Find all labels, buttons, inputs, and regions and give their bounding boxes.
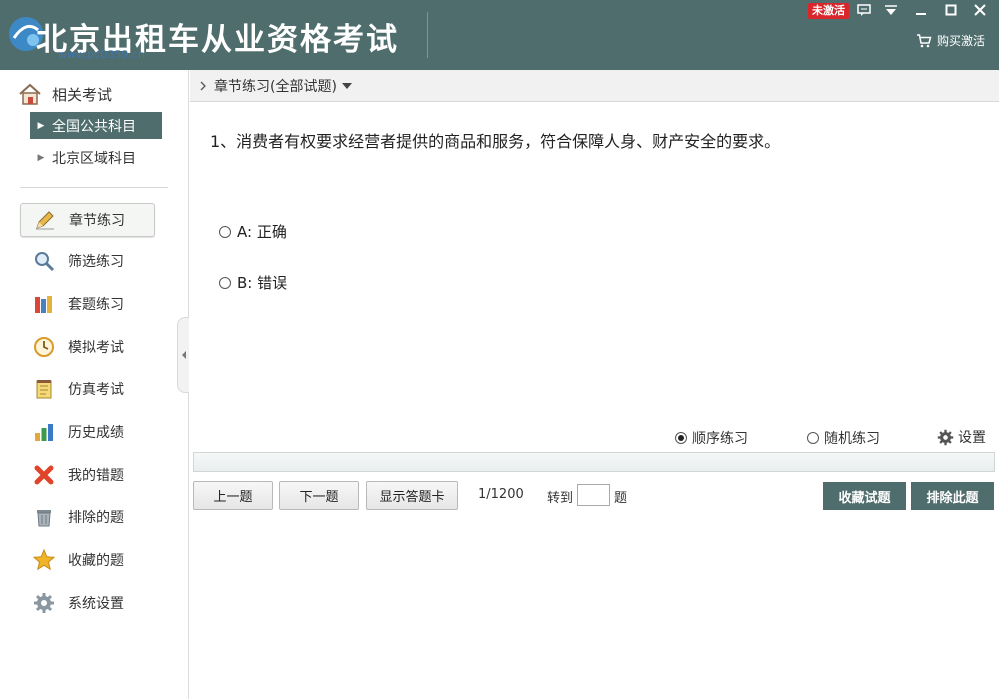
nav-history-scores[interactable]: 历史成绩 [20, 415, 155, 449]
subject-label: 全国公共科目 [52, 118, 136, 135]
category-header: 相关考试 [18, 82, 112, 106]
settings-button[interactable]: 设置 [937, 427, 986, 447]
bar-chart-icon [35, 424, 53, 441]
nav-system-settings[interactable]: 系统设置 [20, 586, 155, 620]
nav-label: 筛选练习 [68, 254, 124, 270]
magnifier-icon [35, 252, 55, 272]
question-counter: 1/1200 [478, 487, 524, 502]
nav-label: 系统设置 [68, 596, 124, 612]
maximize-icon[interactable] [938, 0, 964, 20]
caret-down-icon [341, 82, 352, 89]
option-a-radio[interactable] [219, 225, 231, 238]
red-x-icon [34, 465, 54, 485]
category-label: 相关考试 [52, 85, 113, 104]
nav-label: 收藏的题 [68, 553, 124, 569]
buy-label: 购买激活 [937, 33, 986, 48]
mode-sequential-radio[interactable] [675, 432, 687, 444]
books-icon [35, 296, 52, 313]
star-icon [33, 549, 55, 571]
minimize-icon[interactable] [908, 0, 934, 20]
nav-label: 章节练习 [69, 213, 125, 229]
option-label: A: 正确 [237, 223, 287, 241]
show-answer-card-button[interactable]: 显示答题卡 [366, 481, 458, 510]
question-text: 1、消费者有权要求经营者提供的商品和服务，符合保障人身、财产安全的要求。 [210, 132, 781, 151]
mode-label: 随机练习 [824, 431, 880, 447]
clock-icon [34, 337, 54, 357]
chevron-left-icon [181, 351, 186, 359]
nav-excluded-questions[interactable]: 排除的题 [20, 500, 155, 534]
sidebar-collapse-handle[interactable] [177, 317, 189, 393]
mode-random-radio[interactable] [807, 432, 819, 444]
watermark: www.pc0359.cn [58, 48, 146, 61]
title-separator [427, 12, 428, 58]
breadcrumb-dropdown[interactable]: 章节练习(全部试题) [214, 76, 352, 96]
chevron-right-icon [200, 81, 206, 90]
nav-wrong-questions[interactable]: 我的错题 [20, 458, 155, 492]
nav-simulated-exam[interactable]: 仿真考试 [20, 372, 155, 406]
mode-label: 顺序练习 [692, 431, 748, 447]
nav-favorite-questions[interactable]: 收藏的题 [20, 543, 155, 577]
inactive-badge[interactable]: 未激活 [808, 3, 849, 19]
caret-right-icon: ▶ [37, 120, 45, 131]
favorite-question-button[interactable]: 收藏试题 [823, 482, 906, 510]
nav-filter-practice[interactable]: 筛选练习 [20, 244, 155, 278]
buy-activate-button[interactable]: 购买激活 [916, 31, 985, 49]
caret-right-icon: ▶ [37, 152, 45, 163]
sidebar: 相关考试 ▶ 全国公共科目 ▶ 北京区域科目 章节练习 筛选练习 套题练习 模拟… [0, 70, 189, 699]
nav-label: 历史成绩 [68, 425, 124, 441]
option-b-radio[interactable] [219, 276, 231, 289]
option-b[interactable]: B: 错误 [219, 272, 287, 293]
goto-question-input[interactable] [577, 484, 610, 506]
chat-icon[interactable] [851, 0, 877, 20]
subject-label: 北京区域科目 [52, 150, 136, 167]
nav-label: 模拟考试 [68, 340, 124, 356]
pencil-icon [36, 211, 54, 230]
dropdown-menu-icon[interactable] [878, 0, 904, 20]
nav-label: 仿真考试 [68, 382, 124, 398]
trash-icon [37, 510, 51, 527]
goto-suffix: 题 [614, 491, 628, 506]
nav-label: 我的错题 [68, 468, 124, 484]
nav-label: 套题练习 [68, 297, 124, 313]
exclude-question-button[interactable]: 排除此题 [911, 482, 994, 510]
progress-bar [193, 452, 995, 472]
option-label: B: 错误 [237, 274, 288, 292]
next-question-button[interactable]: 下一题 [279, 481, 359, 510]
close-icon[interactable] [967, 0, 993, 20]
nav-label: 排除的题 [68, 510, 124, 526]
breadcrumb-bar: 章节练习(全部试题) [190, 70, 999, 102]
subject-national[interactable]: ▶ 全国公共科目 [30, 112, 162, 139]
option-a[interactable]: A: 正确 [219, 221, 287, 242]
mode-random[interactable]: 随机练习 [807, 428, 880, 448]
sidebar-divider [20, 187, 168, 188]
gear-icon [34, 593, 54, 613]
prev-question-button[interactable]: 上一题 [193, 481, 273, 510]
nav-chapter-practice[interactable]: 章节练习 [20, 203, 155, 237]
goto-label: 转到 [547, 491, 574, 506]
subject-beijing[interactable]: ▶ 北京区域科目 [30, 144, 162, 171]
breadcrumb-label: 章节练习(全部试题) [214, 78, 337, 95]
notepad-icon [36, 380, 52, 399]
cart-icon [917, 33, 932, 47]
nav-set-practice[interactable]: 套题练习 [20, 287, 155, 321]
gear-icon [937, 429, 954, 445]
title-bar: 北京出租车从业资格考试 www.pc0359.cn 未激活 购买激活 [0, 0, 999, 70]
nav-mock-exam[interactable]: 模拟考试 [20, 330, 155, 364]
settings-label: 设置 [958, 430, 986, 446]
home-icon [19, 83, 41, 105]
mode-sequential[interactable]: 顺序练习 [675, 428, 748, 448]
